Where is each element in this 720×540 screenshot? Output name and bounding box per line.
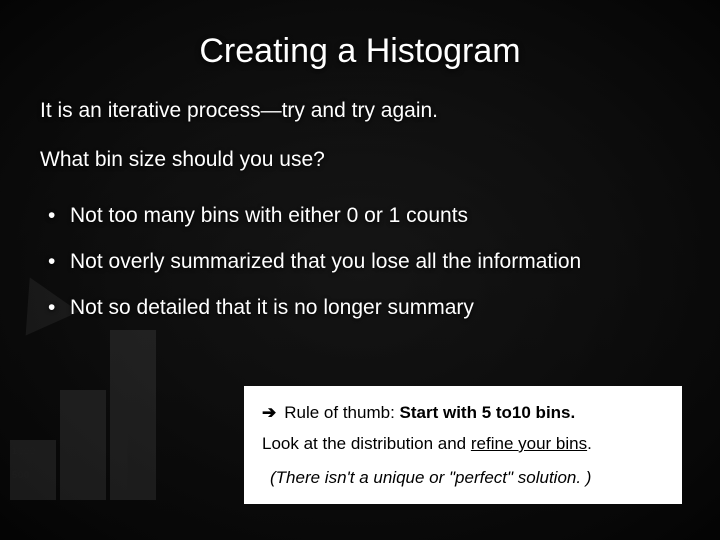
refine-suffix: . bbox=[587, 434, 592, 453]
note-text: (There isn't a unique or "perfect" solut… bbox=[262, 465, 664, 491]
slide: Creating a Histogram It is an iterative … bbox=[0, 0, 720, 540]
rule-bold: Start with 5 to10 bins. bbox=[400, 403, 576, 422]
bullet-item: Not so detailed that it is no longer sum… bbox=[40, 296, 680, 320]
bullet-item: Not too many bins with either 0 or 1 cou… bbox=[40, 204, 680, 228]
rule-of-thumb-text: Rule of thumb: Start with 5 to10 bins. bbox=[284, 400, 575, 426]
refine-prefix: Look at the distribution and bbox=[262, 434, 471, 453]
slide-title: Creating a Histogram bbox=[40, 0, 680, 71]
bullet-item: Not overly summarized that you lose all … bbox=[40, 250, 680, 274]
bullet-list: Not too many bins with either 0 or 1 cou… bbox=[40, 204, 680, 320]
callout-box: ➔ Rule of thumb: Start with 5 to10 bins.… bbox=[244, 386, 682, 505]
question-text: What bin size should you use? bbox=[40, 146, 680, 173]
refine-text: Look at the distribution and refine your… bbox=[262, 431, 664, 457]
rule-prefix: Rule of thumb: bbox=[284, 403, 399, 422]
refine-underlined: refine your bins bbox=[471, 434, 587, 453]
arrow-right-icon: ➔ bbox=[262, 400, 276, 426]
intro-text: It is an iterative process—try and try a… bbox=[40, 97, 680, 124]
